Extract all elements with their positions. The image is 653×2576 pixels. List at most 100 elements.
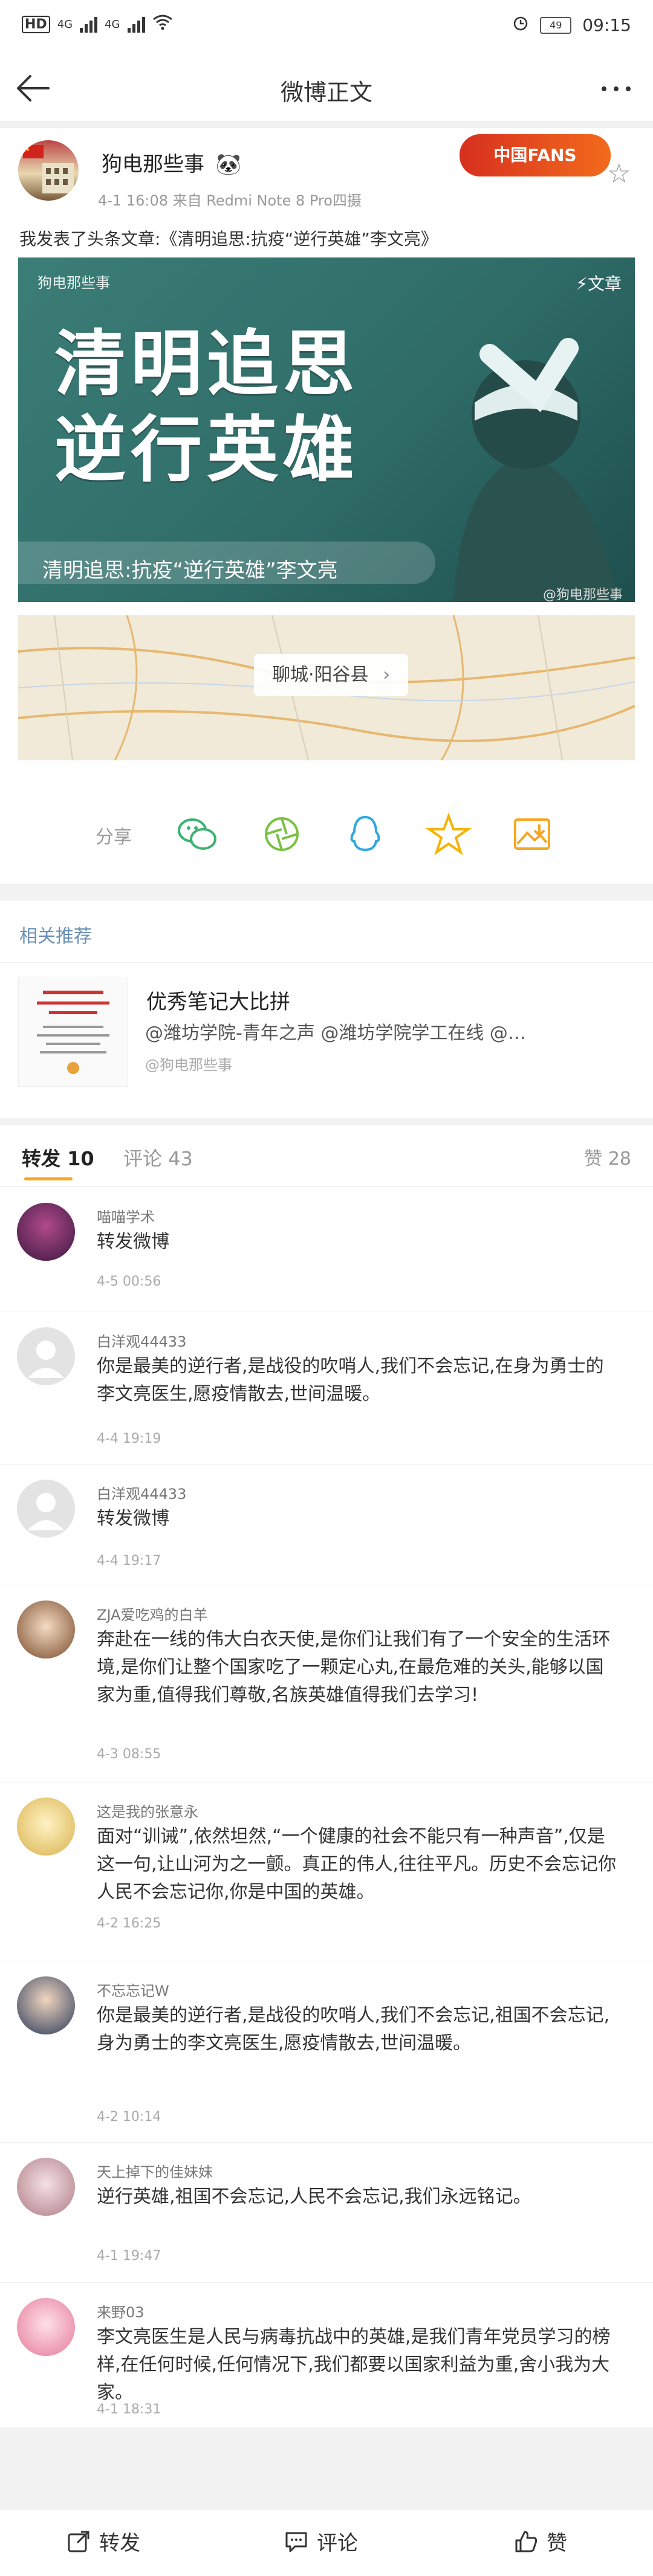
- nav-bar: 微博正文: [0, 56, 653, 121]
- alarm-icon: [512, 15, 529, 36]
- article-caption: 清明追思:抗疫“逆行英雄”李文亮: [42, 558, 338, 583]
- list-item[interactable]: 不忘忘记W 你是最美的逆行者,是战役的吹哨人,我们不会忘记,祖国不会忘记,身为勇…: [0, 1961, 653, 2143]
- commenter-name[interactable]: 喵喵学术: [97, 1205, 155, 1226]
- article-card[interactable]: 狗电那些事 ⚡文章 清明追思 逆行英雄 清明追思:抗疫“逆行英雄”李文亮 @狗电…: [18, 257, 635, 602]
- commenter-name[interactable]: 白洋观44433: [97, 1482, 186, 1503]
- article-author: 狗电那些事: [37, 274, 110, 291]
- qq-share-icon[interactable]: [342, 811, 388, 857]
- commenter-name[interactable]: 天上掉下的佳妹妹: [97, 2160, 213, 2181]
- favorite-star-icon[interactable]: ☆: [607, 158, 631, 189]
- comment-text: 逆行英雄,祖国不会忘记,人民不会忘记,我们永远铭记。: [97, 2186, 531, 2207]
- comment-time: 4-1 18:31: [97, 2402, 161, 2417]
- battery-level: 49: [550, 19, 562, 31]
- comment-time: 4-4 19:17: [97, 1553, 161, 1568]
- comment-icon: [285, 2532, 307, 2552]
- author-avatar[interactable]: [18, 140, 79, 201]
- comment-label: 评论: [317, 2531, 358, 2555]
- panda-icon: 🐼: [215, 152, 242, 176]
- list-item[interactable]: ZJA爱吃鸡的白羊 奔赴在一线的伟大白衣天使,是你们让我们有了一个安全的生活环境…: [0, 1585, 653, 1782]
- list-item[interactable]: 来野03 李文亮医生是人民与病毒抗战中的英雄,是我们青年党员学习的榜样,在任何时…: [0, 2282, 653, 2427]
- tab-active-indicator: [24, 1177, 73, 1180]
- repost-list: 喵喵学术 转发微博 4-5 00:56 白洋观44433 你是最美的逆行者,是战…: [0, 1187, 653, 2427]
- location-map[interactable]: 聊城·阳谷县 ›: [18, 615, 635, 760]
- commenter-name[interactable]: ZJA爱吃鸡的白羊: [97, 1603, 208, 1624]
- wechat-share-icon[interactable]: [174, 811, 220, 857]
- comment-time: 4-3 08:55: [97, 1747, 161, 1762]
- avatar[interactable]: [17, 2158, 75, 2216]
- comment-text: 转发微博: [97, 1231, 169, 1252]
- tabs-bar: 转发 10 评论 43 赞 28: [0, 1125, 653, 1186]
- commenter-name[interactable]: 不忘忘记W: [97, 1979, 169, 2000]
- tab-like[interactable]: 赞 28: [584, 1144, 631, 1170]
- comment-button[interactable]: 评论: [284, 2526, 358, 2556]
- tab-comment[interactable]: 评论 43: [123, 1144, 193, 1171]
- like-label: 赞: [547, 2531, 567, 2555]
- comment-text: 你是最美的逆行者,是战役的吹哨人,我们不会忘记,在身为勇士的李文亮医生,愿疫情散…: [97, 1356, 604, 1405]
- hd-indicator: HD: [22, 16, 50, 33]
- battery-icon: 49: [540, 16, 572, 34]
- fans-badge[interactable]: 中国FANS: [460, 134, 611, 176]
- comment-time: 4-2 10:14: [97, 2109, 161, 2125]
- repost-label: 转发: [99, 2531, 140, 2555]
- article-title-line2: 逆行英雄: [54, 408, 360, 491]
- signal-icon: [80, 16, 98, 33]
- comment-text: 面对“训诫”,依然坦然,“一个健康的社会不能只有一种声音”,仅是这一句,让山河为…: [97, 1826, 617, 1903]
- comment-time: 4-1 19:47: [97, 2248, 161, 2264]
- related-section: 相关推荐 优秀笔记大比拼 @潍坊学院-青年之声 @潍坊学院学工在线 @… @狗电…: [0, 901, 653, 1118]
- author-name[interactable]: 狗电那些事 🐼: [102, 147, 241, 177]
- location-chip[interactable]: 聊城·阳谷县 ›: [254, 654, 409, 696]
- post-meta: 4-1 16:08 来自 Redmi Note 8 Pro四摄: [98, 192, 362, 209]
- avatar[interactable]: [17, 1976, 75, 2034]
- related-thumbnail[interactable]: [18, 977, 128, 1087]
- ellipsis-icon: [602, 86, 631, 91]
- wifi-icon: [152, 15, 173, 34]
- page-title: 微博正文: [280, 79, 372, 106]
- status-right: 49 09:15: [512, 15, 631, 36]
- article-tag-label: 文章: [587, 274, 622, 294]
- list-item[interactable]: 喵喵学术 转发微博 4-5 00:56: [0, 1187, 653, 1312]
- share-label: 分享: [96, 827, 132, 848]
- repost-button[interactable]: 转发: [67, 2526, 140, 2556]
- default-avatar-icon: [28, 1493, 64, 1530]
- chevron-right-icon: ›: [383, 664, 391, 685]
- more-options-button[interactable]: [595, 74, 637, 104]
- list-item[interactable]: 天上掉下的佳妹妹 逆行英雄,祖国不会忘记,人民不会忘记,我们永远铭记。 4-1 …: [0, 2142, 653, 2283]
- avatar[interactable]: [17, 2298, 75, 2356]
- moments-share-icon[interactable]: [259, 811, 305, 857]
- avatar[interactable]: [17, 1798, 75, 1856]
- lightning-icon: ⚡: [576, 274, 588, 294]
- like-button[interactable]: 赞: [514, 2526, 567, 2556]
- post-card: 狗电那些事 🐼 4-1 16:08 来自 Redmi Note 8 Pro四摄 …: [0, 128, 653, 884]
- related-source: @狗电那些事: [145, 1057, 232, 1073]
- doctor-silhouette-illustration: [453, 338, 617, 602]
- signal-icon-2: [127, 16, 145, 33]
- avatar[interactable]: [17, 1203, 75, 1261]
- related-title: 相关推荐: [19, 926, 92, 947]
- comment-text: 转发微博: [97, 1508, 169, 1529]
- list-item[interactable]: 白洋观44433 你是最美的逆行者,是战役的吹哨人,我们不会忘记,在身为勇士的李…: [0, 1312, 653, 1464]
- list-item[interactable]: 这是我的张意永 面对“训诫”,依然坦然,“一个健康的社会不能只有一种声音”,仅是…: [0, 1782, 653, 1961]
- author-name-text: 狗电那些事: [102, 152, 204, 176]
- related-heading[interactable]: 优秀笔记大比拼: [146, 985, 290, 1015]
- commenter-name[interactable]: 白洋观44433: [97, 1330, 186, 1351]
- list-item[interactable]: 白洋观44433 转发微博 4-4 19:17: [0, 1464, 653, 1585]
- comment-time: 4-5 00:56: [97, 1274, 161, 1289]
- qzone-share-icon[interactable]: [426, 811, 472, 857]
- share-row: 分享: [0, 799, 653, 872]
- commenter-name[interactable]: 来野03: [97, 2300, 145, 2322]
- avatar[interactable]: [17, 1327, 75, 1385]
- save-image-icon[interactable]: [509, 811, 555, 857]
- default-avatar-icon: [28, 1341, 64, 1378]
- comment-text: 奔赴在一线的伟大白衣天使,是你们让我们有了一个安全的生活环境,是你们让整个国家吃…: [97, 1629, 611, 1706]
- status-bar: HD 4G 4G 49 09:15: [0, 0, 653, 56]
- commenter-name[interactable]: 这是我的张意永: [97, 1800, 198, 1821]
- comment-text: 你是最美的逆行者,是战役的吹哨人,我们不会忘记,祖国不会忘记,身为勇士的李文亮医…: [97, 2005, 610, 2054]
- comment-time: 4-4 19:19: [97, 1431, 161, 1446]
- avatar[interactable]: [17, 1600, 75, 1659]
- network-label-2: 4G: [105, 18, 120, 31]
- comment-time: 4-2 16:25: [97, 1916, 161, 1931]
- avatar[interactable]: [17, 1480, 75, 1538]
- tab-repost[interactable]: 转发 10: [22, 1144, 94, 1171]
- bottom-action-bar: 转发 评论 赞: [0, 2509, 653, 2576]
- comment-text: 李文亮医生是人民与病毒抗战中的英雄,是我们青年党员学习的榜样,在任何时候,任何情…: [97, 2326, 611, 2403]
